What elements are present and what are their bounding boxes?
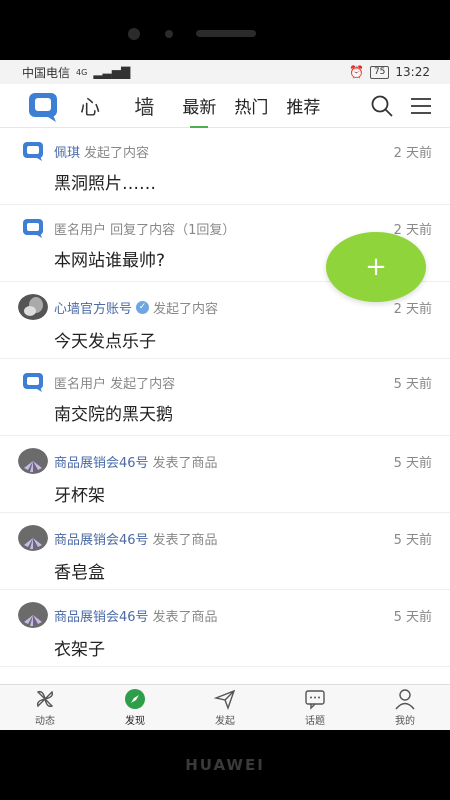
feed-title[interactable]: 今天发点乐子 <box>22 327 432 352</box>
app-logo-avatar-icon <box>23 219 43 238</box>
feed-title[interactable]: 黑洞照片…… <box>22 169 432 194</box>
feed-item[interactable]: 匿名用户 发起了内容 5 天前 南交院的黑天鹅 <box>0 359 450 436</box>
feed-user[interactable]: 佩琪 <box>54 142 80 161</box>
carrier-label: 中国电信 <box>22 65 71 80</box>
nav-discover[interactable]: 发现 <box>90 685 180 730</box>
nav-feed[interactable]: 动态 <box>0 685 90 730</box>
feed-user[interactable]: 商品展销会46号 <box>54 452 149 471</box>
feed-action: 发起了内容 <box>153 301 219 317</box>
earpiece-speaker <box>196 30 256 37</box>
app-title: 心 墙 <box>80 95 169 119</box>
pinwheel-avatar-icon <box>18 525 48 551</box>
nav-label: 话题 <box>305 716 325 727</box>
network-label: 4G <box>76 67 88 77</box>
feed-action: 发表了商品 <box>152 532 218 548</box>
add-post-button[interactable]: + <box>326 232 426 302</box>
nav-label: 发现 <box>125 716 145 727</box>
feed-item[interactable]: 商品展销会46号 发表了商品 5 天前 衣架子 <box>0 590 450 667</box>
feed-item[interactable]: 佩琪 发起了内容 2 天前 黑洞照片…… <box>0 128 450 205</box>
feed-list: 佩琪 发起了内容 2 天前 黑洞照片…… 匿名用户 回复了内容（1回复） 2 天… <box>0 128 450 667</box>
feed-user[interactable]: 商品展销会46号 <box>54 606 149 625</box>
tab-bar: 最新 热门 推荐 <box>182 83 320 128</box>
feed-item[interactable]: 商品展销会46号 发表了商品 5 天前 香皂盒 <box>0 513 450 590</box>
official-avatar-photo <box>18 294 48 320</box>
feed-user[interactable]: 心墙官方账号 <box>54 298 132 317</box>
feed-time: 5 天前 <box>393 532 432 548</box>
feed-item[interactable]: 商品展销会46号 发表了商品 5 天前 牙杯架 <box>0 436 450 513</box>
pinwheel-avatar-icon <box>18 602 48 628</box>
bottom-nav: 动态 发现 发起 话题 我的 <box>0 684 450 730</box>
status-bar: 中国电信 4G ▂▃▅▇ ⏰ 75 13:22 <box>0 60 450 84</box>
feed-time: 2 天前 <box>393 301 432 317</box>
feed-user[interactable]: 商品展销会46号 <box>54 529 149 548</box>
menu-icon[interactable] <box>410 96 432 116</box>
nav-label: 发起 <box>215 716 235 727</box>
user-icon <box>395 689 415 710</box>
nav-label: 我的 <box>395 716 415 727</box>
feed-action: 发表了商品 <box>152 455 218 471</box>
feed-action: 匿名用户 回复了内容（1回复） <box>54 222 236 238</box>
feed-action: 匿名用户 发起了内容 <box>54 376 176 392</box>
phone-bottom-bezel: HUAWEI <box>0 730 450 800</box>
compass-icon <box>125 689 145 709</box>
clock: 13:22 <box>395 65 430 79</box>
verified-badge-icon: ✓ <box>136 300 150 314</box>
feed-action: 发起了内容 <box>84 145 150 161</box>
battery-indicator: 75 <box>369 65 390 79</box>
nav-topics[interactable]: 话题 <box>270 685 360 730</box>
phone-top-bezel <box>0 0 450 60</box>
feed-time: 5 天前 <box>393 376 432 392</box>
feed-time: 2 天前 <box>393 222 432 238</box>
nav-me[interactable]: 我的 <box>360 685 450 730</box>
app-bar: 心 墙 最新 热门 推荐 <box>0 84 450 128</box>
tab-latest[interactable]: 最新 <box>182 83 216 128</box>
device-brand: HUAWEI <box>185 756 265 774</box>
app-logo-icon <box>29 92 57 122</box>
feed-title[interactable]: 衣架子 <box>22 635 432 660</box>
send-icon <box>214 689 236 710</box>
nav-publish[interactable]: 发起 <box>180 685 270 730</box>
feed-time: 2 天前 <box>393 145 432 161</box>
alarm-icon: ⏰ <box>349 65 364 79</box>
app-logo-avatar-icon <box>23 373 43 392</box>
feed-title[interactable]: 香皂盒 <box>22 558 432 583</box>
pinwheel-icon <box>36 690 54 708</box>
search-icon[interactable] <box>370 94 394 118</box>
signal-icon: ▂▃▅▇ <box>93 65 131 79</box>
feed-time: 5 天前 <box>393 609 432 625</box>
feed-time: 5 天前 <box>393 455 432 471</box>
tab-hot[interactable]: 热门 <box>234 83 268 128</box>
pinwheel-avatar-icon <box>18 448 48 474</box>
screen: 中国电信 4G ▂▃▅▇ ⏰ 75 13:22 心 墙 最新 热门 推荐 佩琪 … <box>0 60 450 730</box>
chat-icon <box>305 690 325 710</box>
feed-title[interactable]: 南交院的黑天鹅 <box>22 400 432 425</box>
sensor <box>165 30 173 38</box>
nav-label: 动态 <box>35 716 55 727</box>
front-camera <box>128 28 140 40</box>
feed-title[interactable]: 牙杯架 <box>22 481 432 506</box>
tab-recommend[interactable]: 推荐 <box>286 83 320 128</box>
app-logo-avatar-icon <box>23 142 43 161</box>
feed-action: 发表了商品 <box>152 609 218 625</box>
